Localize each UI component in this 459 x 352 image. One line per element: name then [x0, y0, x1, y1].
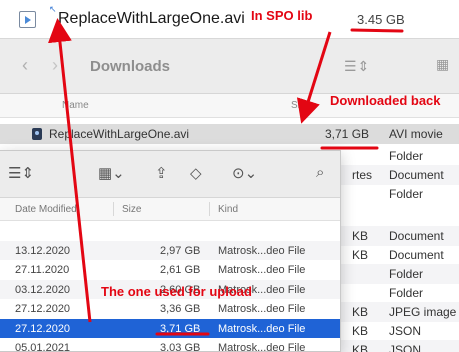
row-kind: Folder — [389, 149, 424, 163]
table-row[interactable]: 05.01.2021 3,03 GB Matrosk...deo File — [0, 338, 340, 352]
spo-file-row[interactable]: ↖ ReplaceWithLargeOne.avi 3.45 GB — [0, 0, 459, 38]
column-divider — [209, 202, 210, 216]
column-size[interactable]: Size — [122, 204, 141, 215]
row-size: rtes — [352, 168, 373, 182]
list-view-icon[interactable]: ☰⇕ — [8, 164, 34, 182]
row-kind: Folder — [389, 286, 424, 300]
table-row-selected[interactable]: 27.12.2020 3,71 GB Matrosk...deo File — [0, 318, 340, 338]
row-size: KB — [352, 324, 369, 338]
row-kind: AVI movie — [389, 127, 443, 141]
table-row[interactable] — [0, 221, 340, 241]
list-view-icon[interactable]: ☰⇕ — [344, 58, 370, 75]
row-date: 27.11.2020 — [15, 264, 70, 276]
chevron-left-icon[interactable]: ‹ — [22, 55, 28, 76]
row-size: KB — [352, 248, 369, 262]
row-kind: Document — [389, 229, 444, 243]
annotation-in-spo: In SPO lib — [251, 8, 313, 23]
chevron-right-icon[interactable]: › — [52, 55, 58, 76]
video-file-icon — [32, 128, 42, 140]
window-title: Downloads — [90, 58, 171, 75]
row-kind: Folder — [389, 267, 424, 281]
row-name: ReplaceWithLargeOne.avi — [49, 127, 190, 141]
spo-file-size: 3.45 GB — [357, 12, 405, 27]
row-kind: JSON — [389, 343, 422, 352]
row-kind: Matrosk...deo File — [218, 264, 306, 276]
annotation-downloaded-back: Downloaded back — [330, 93, 441, 108]
cursor-icon: ↖ — [49, 4, 57, 14]
column-name[interactable]: Name — [62, 100, 89, 111]
row-kind: JSON — [389, 324, 422, 338]
row-kind: Matrosk...deo File — [218, 342, 306, 352]
column-divider — [113, 202, 114, 216]
row-kind: Matrosk...deo File — [218, 322, 306, 335]
share-icon[interactable]: ⇪ — [155, 164, 168, 182]
column-size[interactable]: Size — [291, 100, 310, 111]
row-size: 2,61 GB — [160, 264, 201, 276]
row-size: 3,71 GB — [160, 322, 201, 335]
search-icon[interactable]: ⌕ — [316, 164, 324, 181]
row-kind: Document — [389, 168, 444, 182]
row-size: 3,71 GB — [325, 127, 370, 141]
column-date-modified[interactable]: Date Modified — [15, 204, 77, 215]
front-toolbar: ☰⇕ ▦⌄ ⇪ ◇ ⊙⌄ ⌕ — [0, 151, 340, 198]
downloads-toolbar: ‹ › Downloads ☰⇕ ▦ — [0, 38, 459, 94]
annotation-used-for-upload: The one used for upload — [101, 284, 252, 299]
video-file-icon — [19, 11, 36, 28]
row-size: KB — [352, 343, 369, 352]
column-kind[interactable]: Kind — [218, 204, 238, 215]
row-size: 3,36 GB — [160, 303, 201, 315]
table-row[interactable]: 27.12.2020 3,36 GB Matrosk...deo File — [0, 299, 340, 319]
row-size: KB — [352, 305, 369, 319]
row-kind: JPEG image — [389, 305, 457, 319]
row-size: 2,97 GB — [160, 244, 201, 257]
spo-file-name[interactable]: ReplaceWithLargeOne.avi — [58, 10, 245, 28]
row-kind: Matrosk...deo File — [218, 244, 306, 257]
front-finder-window: ☰⇕ ▦⌄ ⇪ ◇ ⊙⌄ ⌕ Date Modified Size Kind 1… — [0, 150, 341, 352]
row-date: 27.12.2020 — [15, 303, 71, 315]
more-icon[interactable]: ⊙⌄ — [232, 164, 257, 182]
row-date: 27.12.2020 — [15, 322, 71, 335]
grid-view-icon[interactable]: ▦ — [436, 56, 449, 73]
tag-icon[interactable]: ◇ — [190, 164, 202, 182]
row-size: 3,03 GB — [160, 342, 201, 352]
row-kind: Folder — [389, 187, 424, 201]
row-date: 05.01.2021 — [15, 342, 71, 352]
row-kind: Matrosk...deo File — [218, 303, 306, 315]
row-kind: Document — [389, 248, 444, 262]
table-row[interactable]: 13.12.2020 2,97 GB Matrosk...deo File — [0, 240, 340, 260]
table-row[interactable]: ReplaceWithLargeOne.avi 3,71 GB AVI movi… — [0, 124, 459, 144]
table-row[interactable]: 27.11.2020 2,61 GB Matrosk...deo File — [0, 260, 340, 280]
row-date: 03.12.2020 — [15, 283, 71, 296]
row-date: 13.12.2020 — [15, 244, 71, 257]
row-size: KB — [352, 229, 369, 243]
grid-view-icon[interactable]: ▦⌄ — [98, 164, 125, 182]
front-column-header: Date Modified Size Kind — [0, 198, 340, 221]
